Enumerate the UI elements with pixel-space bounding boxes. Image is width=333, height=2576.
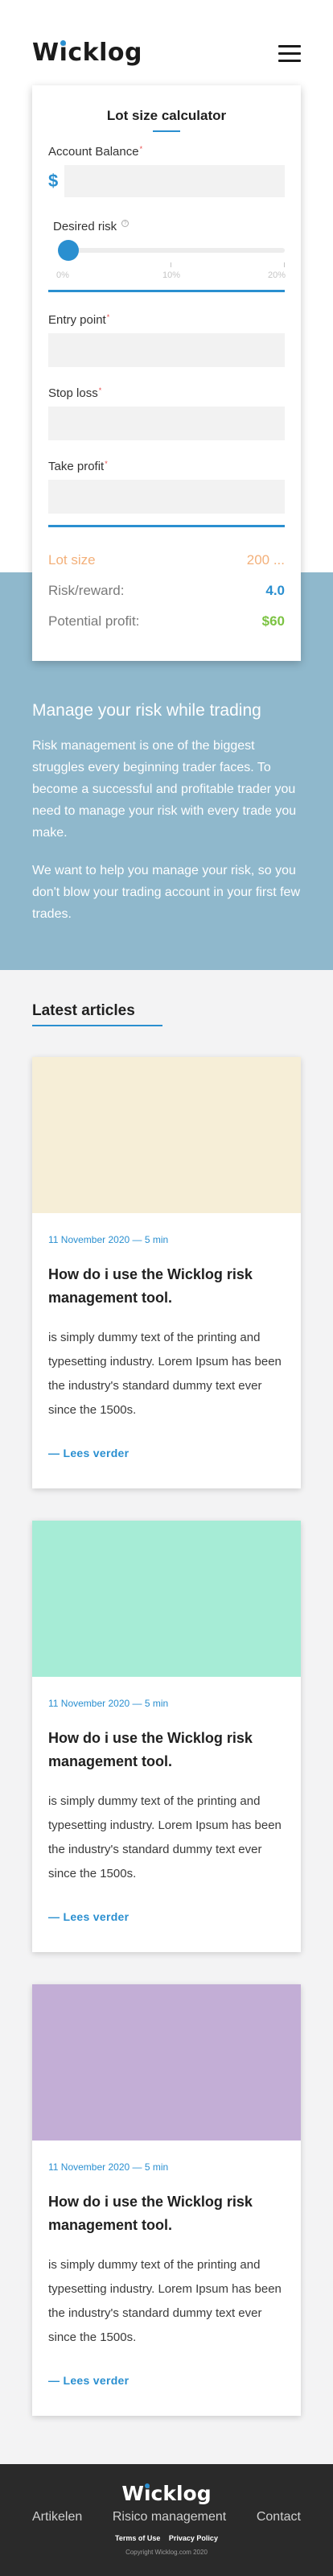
article-meta: 11 November 2020 — 5 min <box>48 2161 169 2173</box>
take-profit-label: Take profit* <box>48 460 108 473</box>
terms-of-use-link[interactable]: Terms of Use <box>115 2534 160 2542</box>
account-balance-label: Account Balance* <box>48 145 143 159</box>
stop-loss-input[interactable] <box>48 407 285 440</box>
article-title[interactable]: How do i use the Wicklog risk management… <box>48 1727 285 1773</box>
risk-paragraph: We want to help you manage your risk, so… <box>32 864 300 921</box>
read-more-link[interactable]: — Lees verder <box>48 1910 285 1923</box>
entry-point-field: Entry point* <box>48 313 285 367</box>
stop-loss-label: Stop loss* <box>48 386 102 400</box>
risk-section-title: Manage your risk while trading <box>32 701 261 720</box>
latest-articles-section: Latest articles 11 November 2020 — 5 min… <box>0 970 333 2464</box>
required-mark: * <box>106 313 110 321</box>
article-image <box>32 1984 301 2140</box>
footer-nav-contact[interactable]: Contact <box>257 2510 301 2524</box>
calculator-divider-top <box>48 290 285 292</box>
potential-profit-value: $60 <box>261 613 285 629</box>
dollar-icon: $ <box>48 171 59 191</box>
slider-tick-label: 10% <box>162 270 181 280</box>
stop-loss-field: Stop loss* <box>48 386 285 440</box>
privacy-policy-link[interactable]: Privacy Policy <box>169 2534 218 2542</box>
site-header: Wi cklog <box>0 0 333 97</box>
site-footer: Wi cklog Artikelen Risico management Cont… <box>0 2464 333 2576</box>
account-balance-input[interactable] <box>64 165 285 197</box>
calculator-title: Lot size calculator <box>106 108 227 123</box>
footer-legal-links: Terms of Use Privacy Policy <box>0 2534 333 2542</box>
article-card[interactable]: 11 November 2020 — 5 min How do i use th… <box>32 1057 301 1488</box>
footer-nav-artikelen[interactable]: Artikelen <box>32 2510 82 2524</box>
account-balance-row: $ <box>48 165 285 197</box>
site-logo[interactable]: Wi cklog <box>32 39 142 67</box>
risk-reward-value: 4.0 <box>265 583 285 598</box>
article-title[interactable]: How do i use the Wicklog risk management… <box>48 2190 285 2237</box>
calculator-divider-bottom <box>48 525 285 527</box>
hamburger-menu-icon[interactable] <box>278 45 301 63</box>
required-mark: * <box>105 460 108 468</box>
slider-track[interactable] <box>58 248 285 253</box>
article-image <box>32 1521 301 1677</box>
entry-point-label: Entry point* <box>48 313 110 327</box>
take-profit-field: Take profit* <box>48 460 285 514</box>
articles-title-underline <box>32 1025 162 1026</box>
article-body: 11 November 2020 — 5 min How do i use th… <box>32 1213 301 1488</box>
entry-point-input[interactable] <box>48 333 285 367</box>
article-excerpt: is simply dummy text of the printing and… <box>48 2258 282 2344</box>
calculator-title-underline <box>153 130 180 132</box>
info-icon[interactable]: ? <box>121 220 130 227</box>
article-body: 11 November 2020 — 5 min How do i use th… <box>32 2140 301 2416</box>
article-excerpt: is simply dummy text of the printing and… <box>48 1331 282 1417</box>
footer-nav: Artikelen Risico management Contact <box>0 2510 333 2524</box>
lot-size-label: Lot size <box>48 552 96 568</box>
slider-ticks: 0% 10% 20% <box>48 261 286 282</box>
risk-paragraph: Risk management is one of the biggest st… <box>32 739 297 840</box>
lot-size-calculator: Lot size calculator Account Balance* $ D… <box>32 85 301 661</box>
risk-reward-label: Risk/reward: <box>48 583 125 598</box>
footer-logo[interactable]: Wi cklog <box>0 2482 333 2505</box>
take-profit-input[interactable] <box>48 480 285 514</box>
article-card[interactable]: 11 November 2020 — 5 min How do i use th… <box>32 1984 301 2416</box>
article-card[interactable]: 11 November 2020 — 5 min How do i use th… <box>32 1521 301 1952</box>
required-mark: * <box>98 386 102 394</box>
copyright: Copyright Wicklog.com 2020 <box>125 2549 208 2556</box>
slider-thumb[interactable] <box>58 240 79 261</box>
article-meta: 11 November 2020 — 5 min <box>48 1234 169 1245</box>
footer-nav-risico-management[interactable]: Risico management <box>113 2510 226 2524</box>
required-mark: * <box>139 145 143 153</box>
article-title[interactable]: How do i use the Wicklog risk management… <box>48 1263 285 1310</box>
slider-tick-label: 0% <box>56 270 69 280</box>
potential-profit-result: Potential profit: $60 <box>48 606 285 637</box>
potential-profit-label: Potential profit: <box>48 613 140 629</box>
desired-risk-slider[interactable] <box>48 238 285 261</box>
article-image <box>32 1057 301 1213</box>
slider-tick-label: 20% <box>267 270 286 280</box>
read-more-link[interactable]: — Lees verder <box>48 1447 285 1459</box>
lot-size-value: 200 ... <box>246 552 285 568</box>
calculator-wrapper: Lot size calculator Account Balance* $ D… <box>0 85 333 661</box>
desired-risk-label: Desired risk? <box>48 220 285 233</box>
slider-tick <box>284 262 285 267</box>
article-excerpt: is simply dummy text of the printing and… <box>48 1794 282 1880</box>
read-more-link[interactable]: — Lees verder <box>48 2374 285 2387</box>
article-meta: 11 November 2020 — 5 min <box>48 1698 169 1709</box>
lot-size-result: Lot size 200 ... <box>48 545 285 576</box>
article-body: 11 November 2020 — 5 min How do i use th… <box>32 1677 301 1952</box>
articles-title: Latest articles <box>32 1002 135 1019</box>
risk-reward-result: Risk/reward: 4.0 <box>48 576 285 606</box>
